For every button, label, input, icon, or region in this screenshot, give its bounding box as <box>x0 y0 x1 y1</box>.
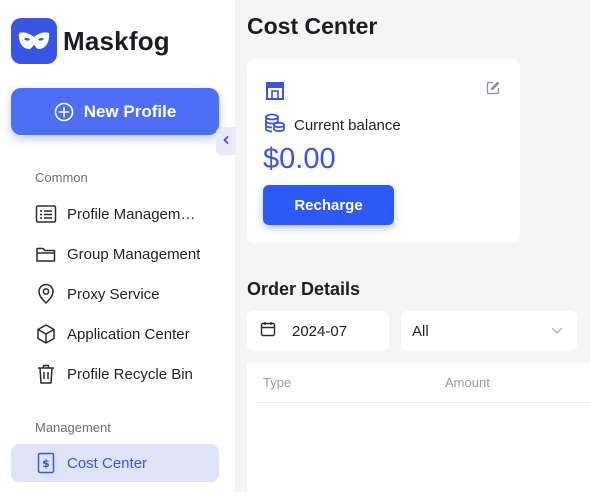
order-type-value: All <box>412 322 429 340</box>
balance-card: Current balance $0.00 Recharge <box>247 59 520 243</box>
list-icon <box>35 203 57 225</box>
new-profile-button[interactable]: New Profile <box>11 88 219 135</box>
current-balance-label: Current balance <box>294 117 401 134</box>
edit-icon[interactable] <box>486 81 500 100</box>
sidebar-item-application-center[interactable]: Application Center <box>11 315 219 353</box>
new-profile-label: New Profile <box>83 101 177 121</box>
sidebar-item-profile-recycle-bin[interactable]: Profile Recycle Bin <box>11 355 219 393</box>
column-header-amount: Amount <box>445 375 490 390</box>
calendar-icon <box>260 321 276 342</box>
order-details-title: Order Details <box>247 279 361 299</box>
orders-table: Type Amount <box>247 363 590 492</box>
app-logo[interactable]: Maskfog <box>11 18 170 64</box>
chevron-down-icon <box>551 322 563 340</box>
coins-icon <box>264 112 286 139</box>
sidebar-item-cost-center[interactable]: $ Cost Center <box>11 444 219 482</box>
sidebar-item-label: Profile Recycle Bin <box>67 365 193 383</box>
sidebar: Maskfog New Profile Common Profile Manag… <box>0 0 235 492</box>
plus-circle-icon <box>54 102 74 122</box>
store-icon <box>264 79 286 106</box>
sidebar-item-group-management[interactable]: Group Management <box>11 235 219 273</box>
chevron-left-icon <box>221 132 231 150</box>
balance-amount: $0.00 <box>263 143 336 175</box>
receipt-dollar-icon: $ <box>35 452 57 474</box>
sidebar-item-profile-management[interactable]: Profile Management <box>11 195 219 233</box>
current-balance-row: Current balance <box>264 112 401 139</box>
recharge-button[interactable]: Recharge <box>263 185 394 225</box>
table-header: Type Amount <box>255 363 590 403</box>
location-pin-icon <box>35 283 57 305</box>
sidebar-item-label: Group Management <box>67 245 201 263</box>
column-header-type: Type <box>263 375 292 390</box>
sidebar-item-label: Proxy Service <box>67 285 160 303</box>
sidebar-item-proxy-service[interactable]: Proxy Service <box>11 275 219 313</box>
trash-icon <box>35 363 57 385</box>
folder-icon <box>35 243 57 265</box>
page-title: Cost Center <box>247 13 378 39</box>
collapse-sidebar-button[interactable] <box>216 127 236 155</box>
sidebar-item-label: Cost Center <box>67 454 148 472</box>
sidebar-item-label: Profile Management <box>67 205 201 223</box>
sidebar-item-label: Application Center <box>67 325 190 343</box>
section-common: Common <box>35 170 88 185</box>
app-name: Maskfog <box>63 25 170 56</box>
cube-icon <box>35 323 57 345</box>
svg-text:$: $ <box>42 457 50 470</box>
order-type-select[interactable]: All <box>401 311 577 351</box>
mask-logo-icon <box>11 18 57 64</box>
month-picker[interactable]: 2024-07 <box>247 311 389 351</box>
month-picker-value: 2024-07 <box>292 322 348 340</box>
section-management: Management <box>35 420 111 435</box>
